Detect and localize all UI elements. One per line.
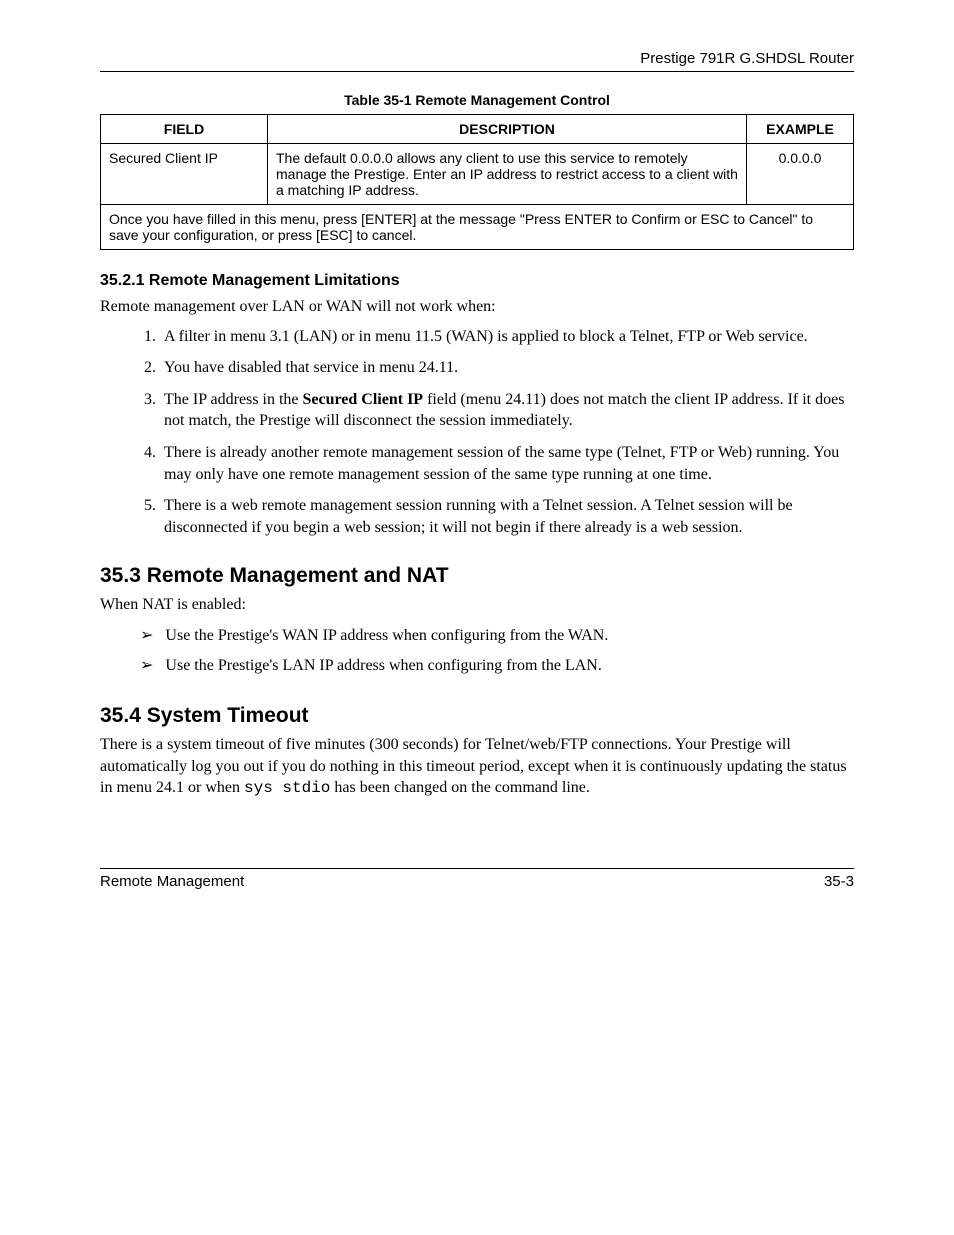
- intro-35-3: When NAT is enabled:: [100, 594, 854, 616]
- nat-list: Use the Prestige's WAN IP address when c…: [100, 624, 854, 678]
- cell-field: Secured Client IP: [101, 144, 268, 205]
- heading-35-2-1: 35.2.1 Remote Management Limitations: [100, 272, 854, 290]
- list-item: The IP address in the Secured Client IP …: [160, 389, 854, 432]
- cell-description: The default 0.0.0.0 allows any client to…: [268, 144, 747, 205]
- cell-example: 0.0.0.0: [747, 144, 854, 205]
- table-header-row: FIELD DESCRIPTION EXAMPLE: [101, 115, 854, 144]
- para-35-4: There is a system timeout of five minute…: [100, 734, 854, 800]
- list-item: A filter in menu 3.1 (LAN) or in menu 11…: [160, 326, 854, 348]
- heading-35-3: 35.3 Remote Management and NAT: [100, 564, 854, 588]
- table-note-row: Once you have filled in this menu, press…: [101, 205, 854, 250]
- th-field: FIELD: [101, 115, 268, 144]
- list-item: Use the Prestige's WAN IP address when c…: [140, 624, 854, 648]
- list-item: There is already another remote manageme…: [160, 442, 854, 485]
- table-caption: Table 35-1 Remote Management Control: [100, 92, 854, 108]
- page-header: Prestige 791R G.SHDSL Router: [100, 50, 854, 72]
- th-description: DESCRIPTION: [268, 115, 747, 144]
- footer-left: Remote Management: [100, 873, 244, 890]
- secured-client-ip-bold: Secured Client IP: [302, 391, 423, 408]
- remote-management-table: FIELD DESCRIPTION EXAMPLE Secured Client…: [100, 114, 854, 250]
- limitations-list: A filter in menu 3.1 (LAN) or in menu 11…: [100, 326, 854, 539]
- cell-note: Once you have filled in this menu, press…: [101, 205, 854, 250]
- table-row: Secured Client IP The default 0.0.0.0 al…: [101, 144, 854, 205]
- footer-right: 35-3: [824, 873, 854, 890]
- list-item: You have disabled that service in menu 2…: [160, 357, 854, 379]
- page: Prestige 791R G.SHDSL Router Table 35-1 …: [0, 0, 954, 1235]
- th-example: EXAMPLE: [747, 115, 854, 144]
- code-sys-stdio: sys stdio: [244, 779, 330, 797]
- intro-35-2-1: Remote management over LAN or WAN will n…: [100, 296, 854, 318]
- list-item: Use the Prestige's LAN IP address when c…: [140, 654, 854, 678]
- heading-35-4: 35.4 System Timeout: [100, 704, 854, 728]
- list-item: There is a web remote management session…: [160, 495, 854, 538]
- page-footer: Remote Management 35-3: [100, 868, 854, 890]
- product-name: Prestige 791R G.SHDSL Router: [640, 50, 854, 67]
